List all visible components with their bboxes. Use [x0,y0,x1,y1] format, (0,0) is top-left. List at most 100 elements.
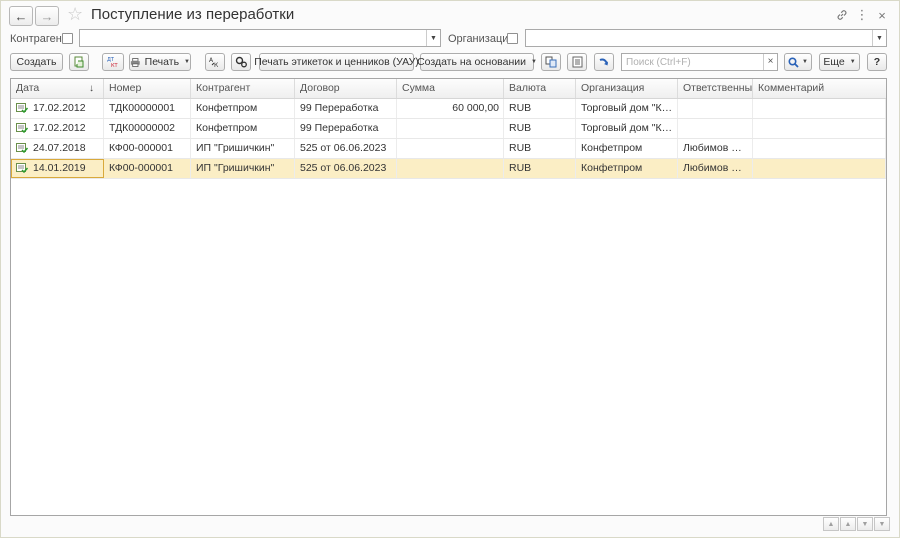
cell-comment[interactable] [753,159,886,178]
chevron-down-icon[interactable]: ▼ [426,30,440,46]
window-frame: ← → ☆ Поступление из переработки ⋮ × Кон… [0,0,900,538]
print-labels-label: Печать этикеток и ценников (УАУ) [254,56,419,68]
cell-currency[interactable]: RUB [504,119,576,138]
cell-contract[interactable]: 525 от 06.06.2023 [295,139,397,158]
settings-button[interactable] [231,53,251,71]
cell-number[interactable]: КФ00-000001 [104,159,191,178]
column-header-organization[interactable]: Организация [576,79,678,98]
svg-text:КТ: КТ [111,63,119,68]
create-based-on-label: Создать на основании [417,56,526,68]
curved-arrow-icon [599,58,608,66]
cell-currency[interactable]: RUB [504,159,576,178]
copy-button[interactable] [69,53,89,71]
dtkt-button[interactable]: ДТ КТ [102,53,124,71]
cell-contract[interactable]: 525 от 06.06.2023 [295,159,397,178]
cell-sum[interactable] [397,159,504,178]
search-options-button[interactable]: ▼ [784,53,812,71]
organization-field[interactable]: ▼ [525,29,887,47]
cell-organization[interactable]: Конфетпром [576,139,678,158]
cell-date[interactable]: 17.02.2012 [11,99,104,118]
cell-responsible[interactable]: Любимов Ва... [678,159,753,178]
column-header-date[interactable]: Дата ↓ [11,79,104,98]
cell-comment[interactable] [753,139,886,158]
cell-contract[interactable]: 99 Переработка [295,119,397,138]
cell-currency[interactable]: RUB [504,99,576,118]
cell-number[interactable]: ТДК00000002 [104,119,191,138]
search-placeholder: Поиск (Ctrl+F) [626,57,691,68]
go-button[interactable] [594,53,614,71]
cell-contract[interactable]: 99 Переработка [295,99,397,118]
close-icon[interactable]: × [873,6,891,24]
table-row[interactable]: 17.02.2012 ТДК00000001 Конфетпром 99 Перера… [11,99,886,119]
scroll-up-button[interactable]: ▲ [840,517,856,531]
cell-counterparty[interactable]: ИП "Гришичкин" [191,159,295,178]
column-header-number[interactable]: Номер [104,79,191,98]
search-input[interactable]: Поиск (Ctrl+F) × [621,53,778,71]
column-header-responsible[interactable]: Ответственный [678,79,753,98]
column-header-contract[interactable]: Договор [295,79,397,98]
organization-checkbox[interactable] [507,33,518,44]
column-header-currency[interactable]: Валюта [504,79,576,98]
back-button[interactable]: ← [9,6,33,26]
cell-sum[interactable] [397,139,504,158]
cell-sum[interactable]: 60 000,00 [397,99,504,118]
document-structure-icon [545,56,557,68]
cell-date[interactable]: 24.07.2018 [11,139,104,158]
create-button[interactable]: Создать [10,53,63,71]
cell-number[interactable]: ТДК00000001 [104,99,191,118]
star-icon[interactable]: ☆ [67,4,83,25]
cell-date[interactable]: 17.02.2012 [11,119,104,138]
print-button[interactable]: Печать ▼ [129,53,191,71]
help-button[interactable]: ? [867,53,887,71]
clear-search-icon[interactable]: × [763,54,777,70]
cell-comment[interactable] [753,119,886,138]
cell-organization[interactable]: Конфетпром [576,159,678,178]
cell-responsible[interactable] [678,119,753,138]
table-row[interactable]: 24.07.2018 КФ00-000001 ИП "Гришичкин" 525 о… [11,139,886,159]
scroll-last-button[interactable]: ▼ [874,517,890,531]
cell-organization[interactable]: Торговый дом "Ком... [576,99,678,118]
gears-icon [235,56,247,68]
cell-currency[interactable]: RUB [504,139,576,158]
svg-text:К: К [214,62,219,68]
cell-date-text: 24.07.2018 [33,142,86,154]
more-vert-icon[interactable]: ⋮ [853,6,871,24]
cell-date[interactable]: 14.01.2019 [11,159,104,178]
scroll-first-button[interactable]: ▲ [823,517,839,531]
column-header-counterparty[interactable]: Контрагент [191,79,295,98]
table-row[interactable]: 17.02.2012 ТДК00000002 Конфетпром 99 Перера… [11,119,886,139]
cell-number[interactable]: КФ00-000001 [104,139,191,158]
cell-counterparty[interactable]: Конфетпром [191,99,295,118]
arrow-left-icon: ← [14,8,28,24]
cell-sum[interactable] [397,119,504,138]
arrow-right-icon: → [40,8,54,24]
chevron-down-icon: ▼ [184,59,190,65]
documents-table[interactable]: Дата ↓ Номер Контрагент Договор Сумма Вал… [10,78,887,516]
search-icon [788,56,799,68]
link-icon[interactable] [833,6,851,24]
forward-button[interactable]: → [35,6,59,26]
structure-button[interactable] [541,53,561,71]
counterparty-field[interactable]: ▼ [79,29,441,47]
table-row[interactable]: 14.01.2019 КФ00-000001 ИП "Гришичкин" 525 о… [11,159,886,179]
cell-comment[interactable] [753,99,886,118]
list-button[interactable] [567,53,587,71]
cell-counterparty[interactable]: Конфетпром [191,119,295,138]
more-button[interactable]: Еще ▼ [819,53,860,71]
cell-organization[interactable]: Торговый дом "Ком... [576,119,678,138]
cell-responsible[interactable]: Любимов Ва... [678,139,753,158]
scroll-down-button[interactable]: ▼ [857,517,873,531]
list-icon [572,56,582,68]
chevron-down-icon: ▼ [531,59,537,65]
counterparty-checkbox[interactable] [62,33,73,44]
chevron-down-icon: ▼ [849,59,856,65]
spellcheck-button[interactable]: AК [205,53,225,71]
create-based-on-button[interactable]: Создать на основании ▼ [417,53,537,71]
column-header-sum[interactable]: Сумма [397,79,504,98]
cell-responsible[interactable] [678,99,753,118]
posted-document-icon [16,123,28,134]
print-labels-button[interactable]: Печать этикеток и ценников (УАУ) [254,53,419,71]
column-header-comment[interactable]: Комментарий [753,79,886,98]
cell-counterparty[interactable]: ИП "Гришичкин" [191,139,295,158]
chevron-down-icon[interactable]: ▼ [872,30,886,46]
